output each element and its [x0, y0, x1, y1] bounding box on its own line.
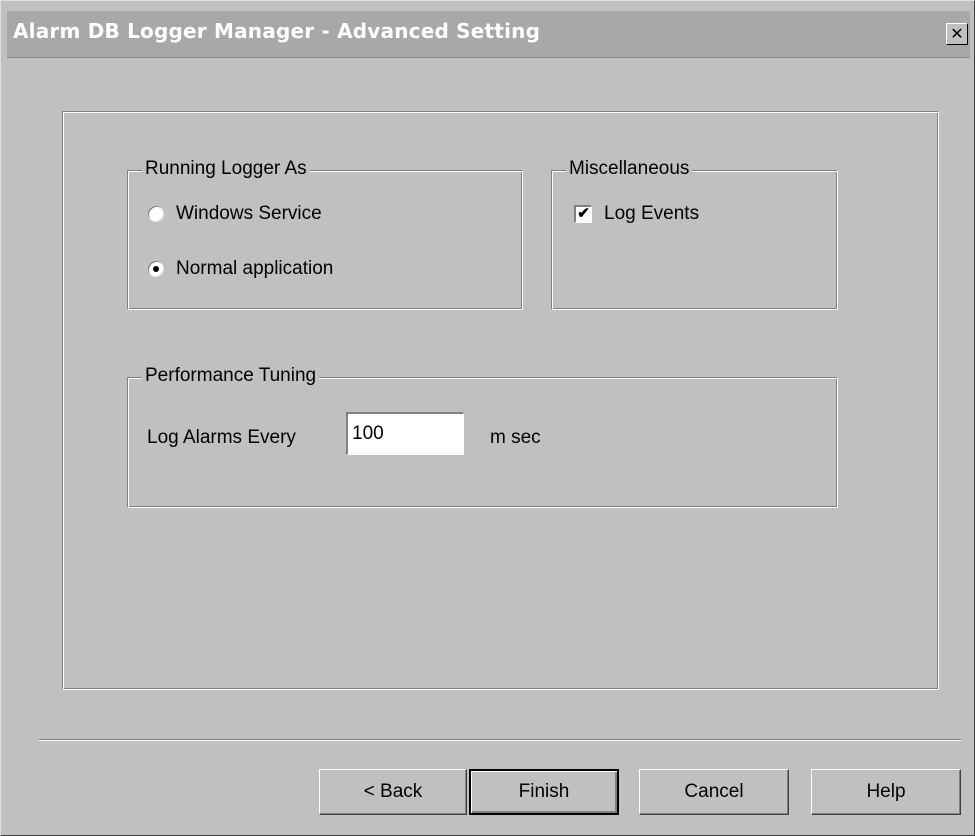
windows-service-radio[interactable]: Windows Service — [148, 203, 322, 225]
radio-selected-icon[interactable] — [148, 261, 164, 277]
close-button[interactable]: ✕ — [946, 23, 968, 45]
log-alarms-interval-input[interactable] — [346, 412, 464, 455]
title-bar[interactable]: Alarm DB Logger Manager - Advanced Setti… — [7, 11, 970, 58]
performance-tuning-legend: Performance Tuning — [142, 365, 320, 387]
window-title: Alarm DB Logger Manager - Advanced Setti… — [13, 19, 541, 43]
footer-separator — [39, 739, 961, 741]
help-button[interactable]: Help — [811, 769, 961, 815]
windows-service-label: Windows Service — [176, 203, 322, 224]
miscellaneous-group: Miscellaneous ✔ Log Events — [551, 158, 838, 310]
radio-unselected-icon[interactable] — [148, 206, 164, 222]
log-events-label: Log Events — [604, 203, 700, 224]
running-logger-as-group: Running Logger As Windows Service Normal… — [127, 158, 523, 310]
finish-button[interactable]: Finish — [469, 769, 619, 815]
normal-application-radio[interactable]: Normal application — [148, 258, 333, 280]
back-button[interactable]: < Back — [319, 769, 467, 815]
log-alarms-every-label: Log Alarms Every — [147, 427, 296, 448]
running-logger-as-legend: Running Logger As — [142, 158, 310, 180]
msec-unit-label: m sec — [490, 427, 541, 448]
checkmark-icon[interactable]: ✔ — [574, 205, 592, 223]
dialog-window: Alarm DB Logger Manager - Advanced Setti… — [0, 0, 975, 836]
settings-panel: Running Logger As Windows Service Normal… — [62, 111, 939, 690]
log-events-checkbox[interactable]: ✔ Log Events — [574, 203, 699, 225]
normal-application-label: Normal application — [176, 258, 334, 279]
miscellaneous-legend: Miscellaneous — [566, 158, 693, 180]
performance-tuning-group: Performance Tuning Log Alarms Every m se… — [127, 365, 838, 508]
cancel-button[interactable]: Cancel — [639, 769, 789, 815]
close-icon: ✕ — [950, 24, 964, 43]
